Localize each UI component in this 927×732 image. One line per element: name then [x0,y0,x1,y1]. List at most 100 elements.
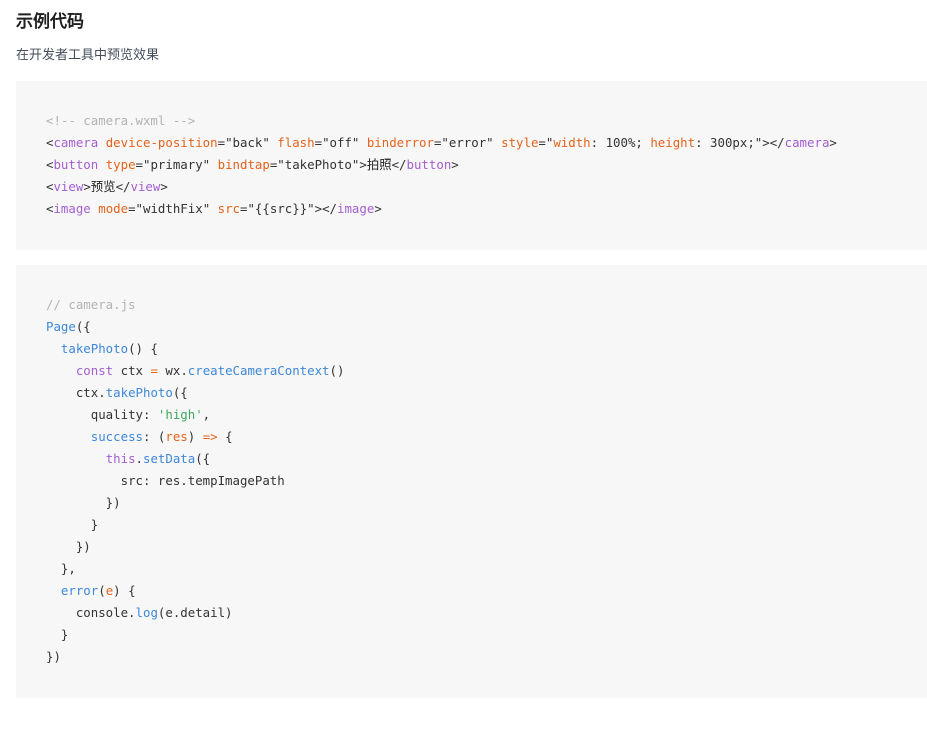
code-plain: } [46,627,69,642]
code-function: success [90,429,143,444]
code-attr: width [553,135,591,150]
code-attr: type [105,157,136,172]
code-string: 'high' [157,407,203,422]
code-attr: binderror [366,135,434,150]
code-plain: }) [46,539,91,554]
wxml-code: <!-- camera.wxml --> <camera device-posit… [46,110,927,220]
code-tag: image [53,201,91,216]
code-line: }) [46,536,927,558]
code-plain: }, [46,561,76,576]
code-line: // camera.js [46,294,927,316]
code-punct: > [829,135,837,150]
code-plain: ) { [113,583,136,598]
code-attr: bindtap [217,157,270,172]
code-attr: height [650,135,696,150]
code-string: ="primary" [135,157,218,172]
code-punct: </ [391,157,407,172]
code-line: error(e) { [46,580,927,602]
code-attr: flash [277,135,315,150]
code-plain: () [329,363,345,378]
code-line: Page({ [46,316,927,338]
code-punct: </ [769,135,785,150]
code-plain: { [217,429,233,444]
code-punct: </ [115,179,131,194]
code-line: takePhoto() { [46,338,927,360]
code-punct: </ [322,201,337,216]
code-plain: ({ [195,451,211,466]
code-plain: }) [46,649,61,664]
js-code-block: // camera.js Page({ takePhoto() { const c… [16,265,927,698]
code-punct: > [451,157,459,172]
code-plain: wx. [157,363,188,378]
code-function: takePhoto [105,385,173,400]
code-tag: button [53,157,99,172]
code-keyword: const [75,363,114,378]
code-line: <camera device-position="back" flash="of… [46,132,927,154]
code-tag: view [130,179,161,194]
code-tag: image [337,201,375,216]
code-line: <view>预览</view> [46,176,927,198]
code-line: }, [46,558,927,580]
code-line: console.log(e.detail) [46,602,927,624]
code-string: ="takePhoto"> [269,157,367,172]
code-plain: () { [128,341,158,356]
page-subtitle: 在开发者工具中预览效果 [16,48,160,63]
code-attr: device-position [105,135,218,150]
code-plain: ({ [172,385,188,400]
wxml-code-block: <!-- camera.wxml --> <camera device-posit… [16,81,927,250]
code-plain: ctx. [75,385,106,400]
code-punct: > [160,179,168,194]
code-operator: = [150,363,158,378]
code-plain: quality: [90,407,158,422]
code-param: res [165,429,188,444]
code-string: ="error" [433,135,502,150]
code-line: src: res.tempImagePath [46,470,927,492]
code-line: }) [46,492,927,514]
code-string: =" [538,135,554,150]
js-code: // camera.js Page({ takePhoto() { const c… [46,294,927,668]
code-line: <image mode="widthFix" src="{{src}}"></i… [46,198,927,220]
code-function: setData [143,451,196,466]
code-function: Page [46,319,76,334]
code-line: } [46,624,927,646]
code-line: success: (res) => { [46,426,927,448]
code-string: : 100%; [590,135,651,150]
code-function: takePhoto [60,341,129,356]
code-plain: console. [75,605,136,620]
code-text: 预览 [90,179,116,194]
code-string: ="back" [217,135,278,150]
code-function: error [60,583,99,598]
code-line: ctx.takePhoto({ [46,382,927,404]
code-plain: ({ [75,319,91,334]
code-punct: > [374,201,382,216]
code-attr: style [501,135,539,150]
code-plain: : ( [142,429,166,444]
code-tag: camera [784,135,830,150]
code-string: ="{{src}}"> [240,201,323,216]
code-comment: <!-- camera.wxml --> [46,113,196,128]
code-plain: , [202,407,211,422]
code-attr: mode [98,201,129,216]
code-plain: }) [46,495,121,510]
code-tag: view [53,179,84,194]
code-plain: (e.detail) [157,605,233,620]
code-keyword: this [105,451,136,466]
code-operator: => [202,429,218,444]
code-tag: camera [53,135,99,150]
code-line: quality: 'high', [46,404,927,426]
code-function: log [135,605,158,620]
code-string: ="off" [314,135,367,150]
code-plain: } [46,517,99,532]
code-plain: ) [187,429,203,444]
code-plain: src: res.tempImagePath [120,473,285,488]
code-string: : 300px;"> [695,135,770,150]
code-line: <!-- camera.wxml --> [46,110,927,132]
code-line: }) [46,646,927,668]
code-line: <button type="primary" bindtap="takePhot… [46,154,927,176]
code-punct: > [83,179,91,194]
